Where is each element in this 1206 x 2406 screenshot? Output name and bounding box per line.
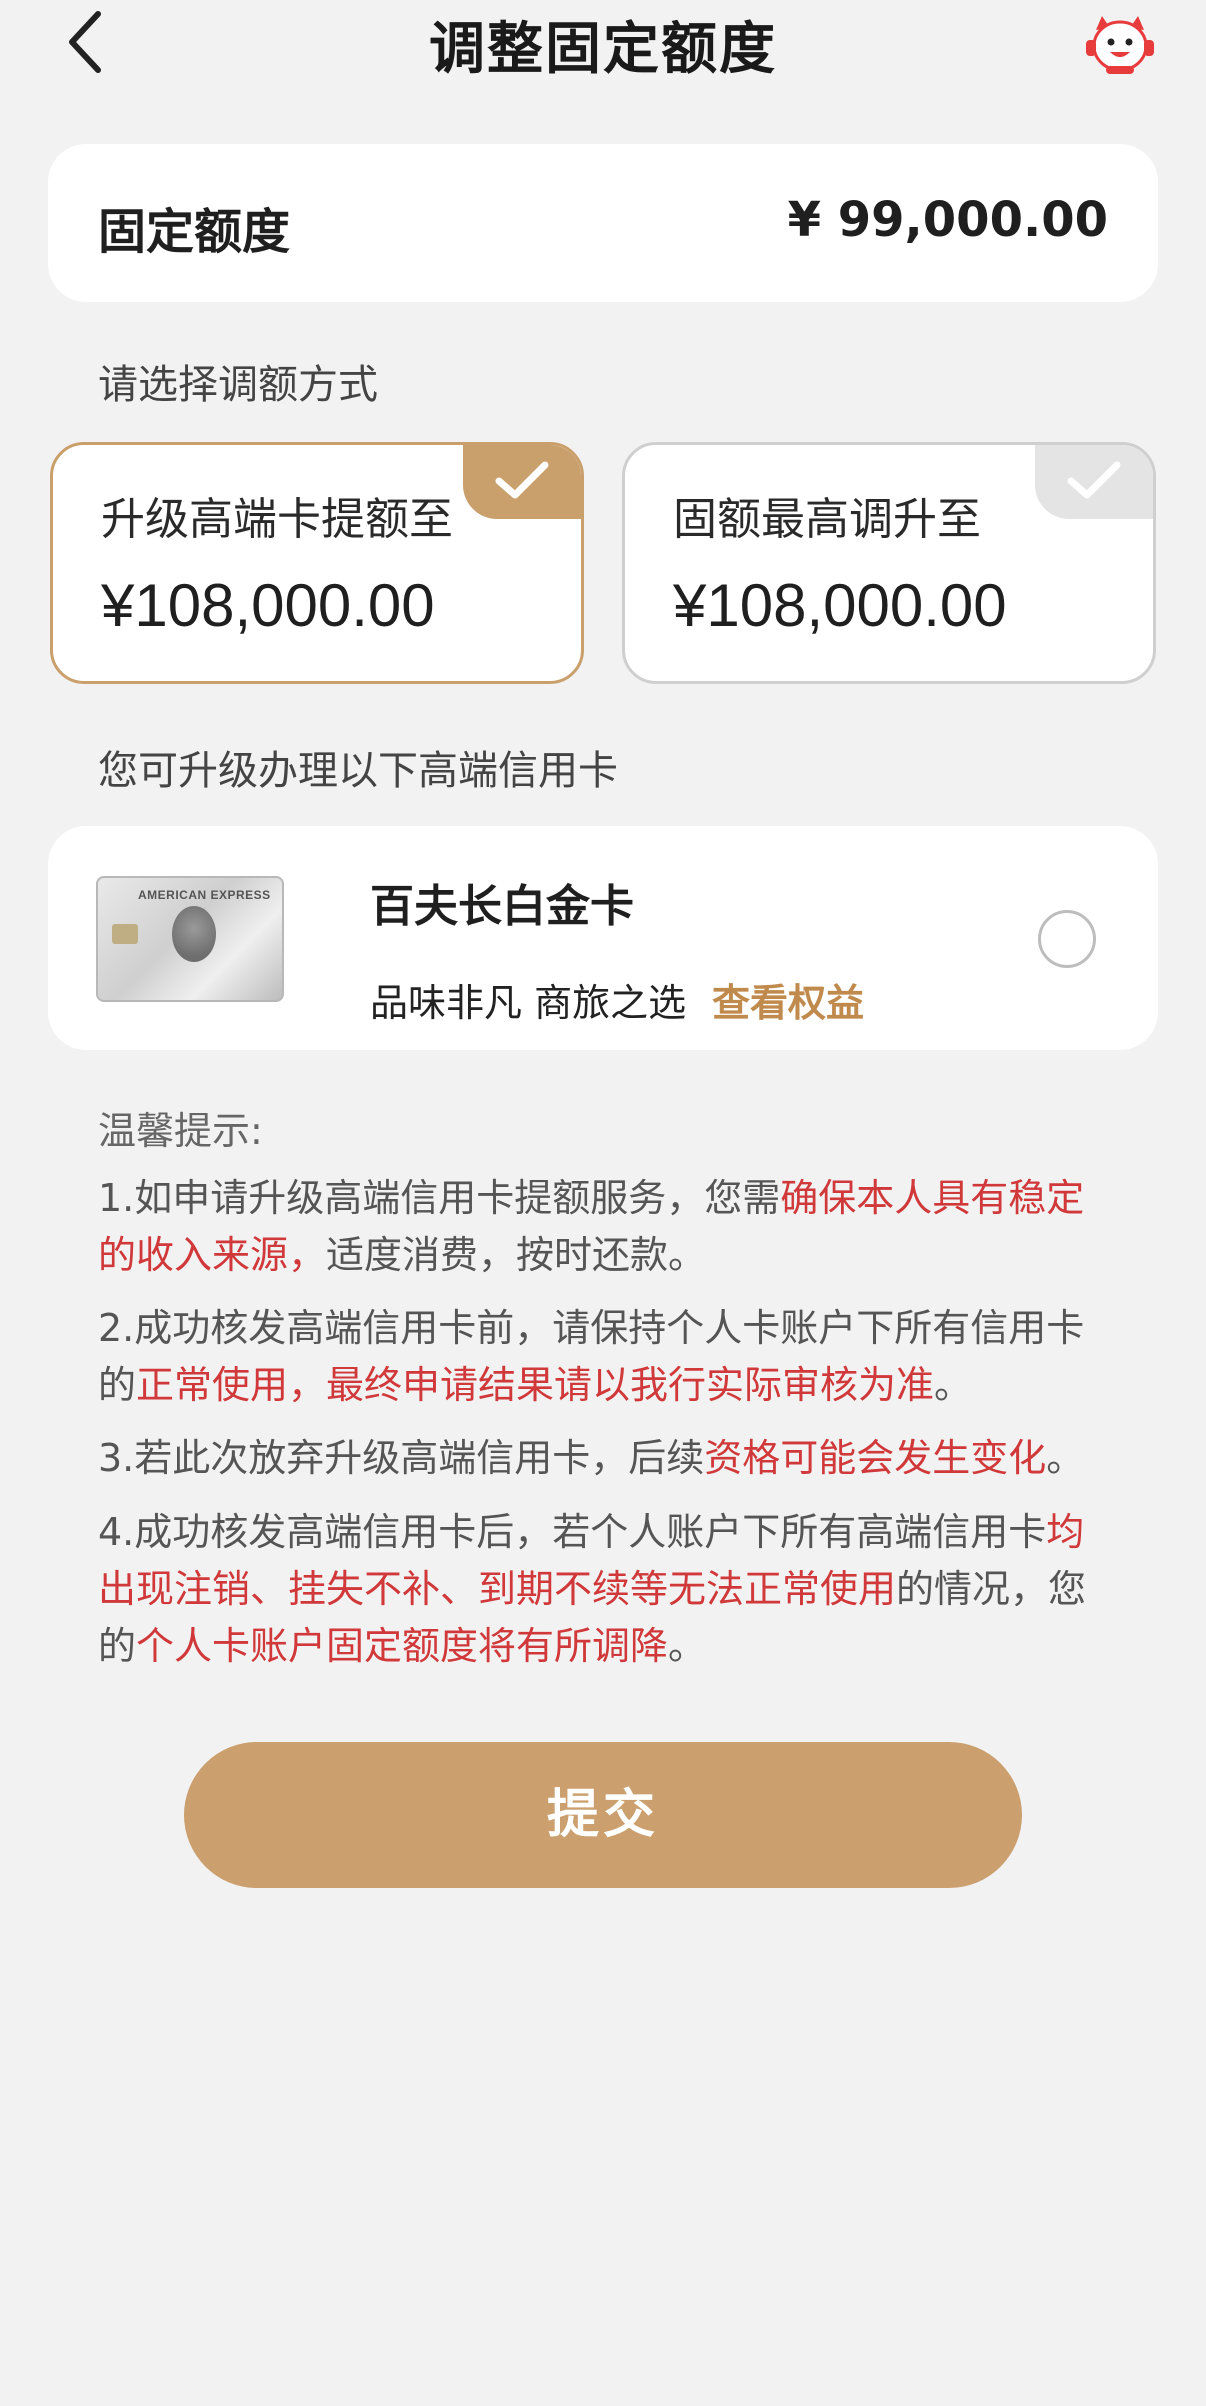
- option-upgrade-card[interactable]: 升级高端卡提额至 ¥108,000.00: [50, 442, 584, 684]
- tip-text: 。: [1046, 1436, 1085, 1480]
- tip-text: 4.成功核发高端信用卡后，若个人账户下所有高端信用卡: [98, 1510, 1047, 1554]
- customer-service-mascot-icon[interactable]: [1080, 6, 1160, 78]
- card-portrait-icon: [172, 906, 216, 962]
- card-brand-logo: AMERICAN EXPRESS: [138, 888, 271, 902]
- fixed-limit-label: 固定额度: [98, 204, 291, 260]
- tip-highlight: 资格可能会发生变化: [704, 1436, 1047, 1480]
- option-title: 固额最高调升至: [673, 494, 981, 545]
- option-title: 升级高端卡提额至: [101, 494, 453, 545]
- card-description: 品味非凡 商旅之选: [370, 981, 687, 1025]
- tip-text: 适度消费，按时还款。: [326, 1233, 707, 1277]
- tip-item-2: 2.成功核发高端信用卡前，请保持个人卡账户下所有信用卡的正常使用，最终申请结果请…: [98, 1300, 1118, 1414]
- card-name: 百夫长白金卡: [370, 881, 634, 932]
- unselected-check-icon: [1035, 445, 1153, 519]
- tip-item-4: 4.成功核发高端信用卡后，若个人账户下所有高端信用卡均出现注销、挂失不补、到期不…: [98, 1504, 1118, 1675]
- page-title: 调整固定额度: [429, 17, 777, 82]
- view-benefits-link[interactable]: 查看权益: [712, 972, 864, 1027]
- tip-text: 。: [668, 1624, 707, 1668]
- tip-item-3: 3.若此次放弃升级高端信用卡，后续资格可能会发生变化。: [98, 1430, 1118, 1487]
- tip-highlight: 正常使用，最终申请结果请以我行实际审核为准: [136, 1363, 935, 1407]
- tips-title: 温馨提示:: [98, 1109, 263, 1153]
- method-section-label: 请选择调额方式: [98, 362, 378, 408]
- platinum-card-item[interactable]: AMERICAN EXPRESS 百夫长白金卡 品味非凡 商旅之选 查看权益: [48, 826, 1158, 1050]
- fixed-limit-card: 固定额度 ¥ 99,000.00: [48, 144, 1158, 302]
- navigation-bar: 调整固定额度: [0, 0, 1206, 86]
- card-image: AMERICAN EXPRESS: [96, 876, 284, 1002]
- tip-highlight: 个人卡账户固定额度将有所调降: [136, 1624, 669, 1668]
- fixed-limit-value: ¥ 99,000.00: [787, 192, 1108, 248]
- tip-text: 1.如申请升级高端信用卡提额服务，您需: [98, 1176, 781, 1220]
- option-value: ¥108,000.00: [101, 572, 435, 639]
- option-max-increase[interactable]: 固额最高调升至 ¥108,000.00: [622, 442, 1156, 684]
- tip-text: 3.若此次放弃升级高端信用卡，后续: [98, 1436, 705, 1480]
- card-select-radio[interactable]: [1038, 910, 1096, 968]
- submit-button[interactable]: 提交: [184, 1742, 1022, 1888]
- tip-item-1: 1.如申请升级高端信用卡提额服务，您需确保本人具有稳定的收入来源，适度消费，按时…: [98, 1170, 1118, 1284]
- option-value: ¥108,000.00: [673, 572, 1007, 639]
- cards-section-label: 您可升级办理以下高端信用卡: [98, 748, 618, 794]
- tip-text: 。: [934, 1363, 973, 1407]
- selected-check-icon: [463, 445, 581, 519]
- card-chip-icon: [112, 924, 138, 944]
